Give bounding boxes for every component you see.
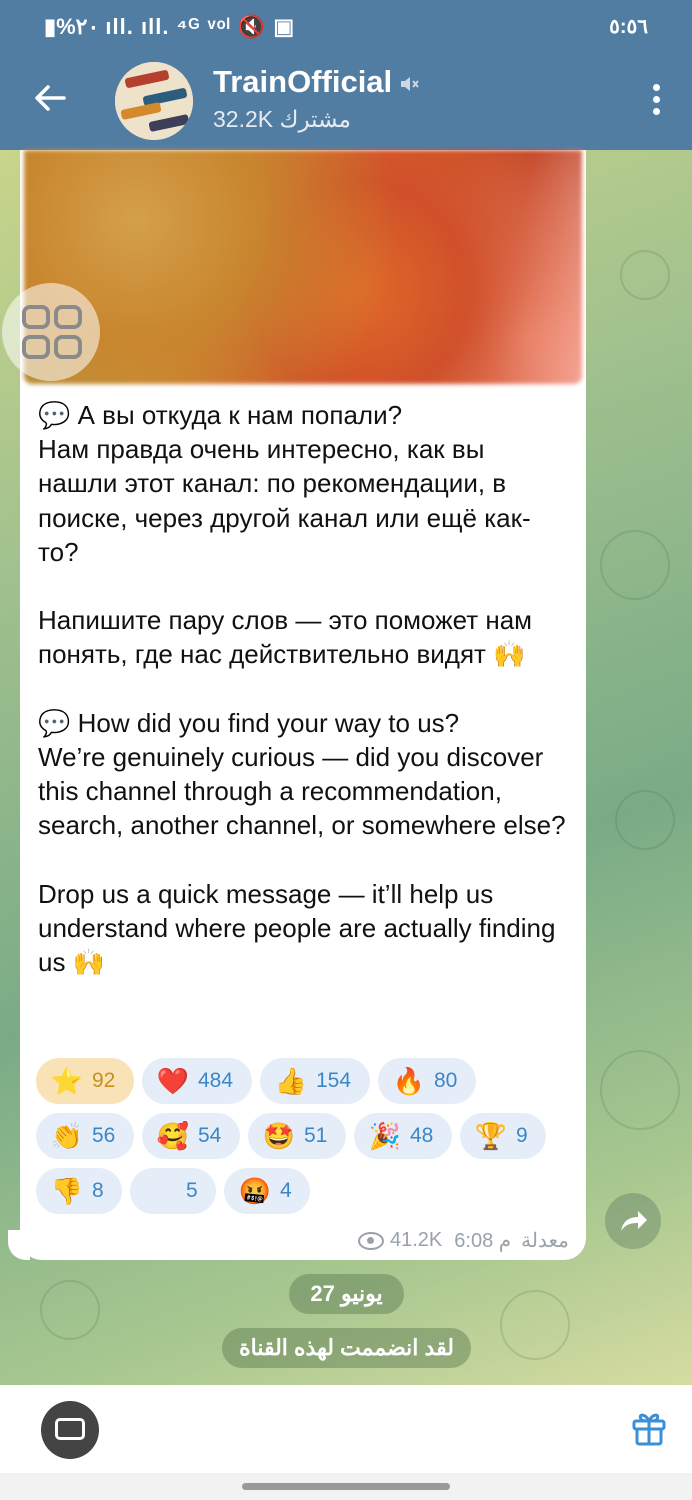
heart-icon: ❤️ (156, 1065, 190, 1096)
reaction-thumbs-up[interactable]: 👍 154 (260, 1058, 370, 1104)
arrow-left-icon[interactable] (30, 78, 70, 118)
smiling-face-hearts-icon: 🥰 (156, 1120, 190, 1151)
home-handle[interactable] (242, 1483, 450, 1490)
star-struck-icon: 🤩 (262, 1120, 296, 1151)
share-button[interactable] (605, 1193, 661, 1249)
reaction-fire[interactable]: 🔥 80 (378, 1058, 476, 1104)
reaction-love-face[interactable]: 🥰 54 (142, 1113, 240, 1159)
keyboard-icon (55, 1418, 85, 1440)
thumbs-down-icon: 👎 (50, 1175, 84, 1206)
party-popper-icon: 🎉 (368, 1120, 402, 1151)
system-nav-bar (0, 1473, 692, 1500)
grid-icon[interactable] (2, 283, 100, 381)
eye-icon (358, 1231, 384, 1250)
chat-header: TrainOfficial 32.2K مشترك (0, 50, 692, 150)
thumbs-up-icon: 👍 (274, 1065, 308, 1096)
date-divider: 27 يونيو (289, 1274, 404, 1314)
reaction-heart[interactable]: ❤️ 484 (142, 1058, 252, 1104)
reaction-star[interactable]: ⭐ 92 (36, 1058, 134, 1104)
trophy-icon: 🏆 (474, 1120, 508, 1151)
channel-title[interactable]: TrainOfficial (213, 64, 392, 100)
channel-avatar[interactable] (115, 62, 193, 140)
message-media[interactable] (24, 150, 582, 384)
status-time: ٥:٥٦ (609, 16, 648, 38)
reaction-star-struck[interactable]: 🤩 51 (248, 1113, 346, 1159)
clapping-hands-icon: 👏 (50, 1120, 84, 1151)
fire-icon: 🔥 (392, 1065, 426, 1096)
bottom-bar (0, 1385, 692, 1473)
muted-speaker-icon (401, 77, 419, 91)
view-count: 41.2K (390, 1229, 443, 1251)
more-vertical-icon[interactable] (650, 84, 662, 118)
message-text: 💬 А вы откуда к нам попали? Нам правда о… (38, 400, 566, 978)
reaction-thumbs-down[interactable]: 👎 8 (36, 1168, 122, 1214)
keyboard-button[interactable] (41, 1401, 99, 1459)
face-with-symbols-icon: 🤬 (238, 1175, 272, 1206)
reaction-party[interactable]: 🎉 48 (354, 1113, 452, 1159)
reaction-trophy[interactable]: 🏆 9 (460, 1113, 546, 1159)
star-icon: ⭐ (50, 1065, 84, 1096)
gift-icon[interactable] (630, 1409, 668, 1447)
edited-label: معدلة (521, 1230, 569, 1252)
subscriber-count: 32.2K مشترك (213, 106, 351, 132)
service-message: لقد انضممت لهذه القناة (222, 1328, 471, 1368)
status-icons: ▮%٢٠ ıll. ıll. ⁴ᴳ ᵛᵒˡ 🔇 ▣ (44, 14, 296, 39)
share-arrow-icon (621, 1211, 647, 1231)
reaction-custom[interactable]: 5 (130, 1168, 216, 1214)
message-time: 6:08 م (454, 1230, 512, 1252)
message-meta: 41.2K 6:08 م معدلة (358, 1228, 570, 1253)
reaction-clap[interactable]: 👏 56 (36, 1113, 134, 1159)
reaction-swearing[interactable]: 🤬 4 (224, 1168, 310, 1214)
status-bar: ▮%٢٠ ıll. ıll. ⁴ᴳ ᵛᵒˡ 🔇 ▣ ٥:٥٦ (0, 0, 692, 50)
